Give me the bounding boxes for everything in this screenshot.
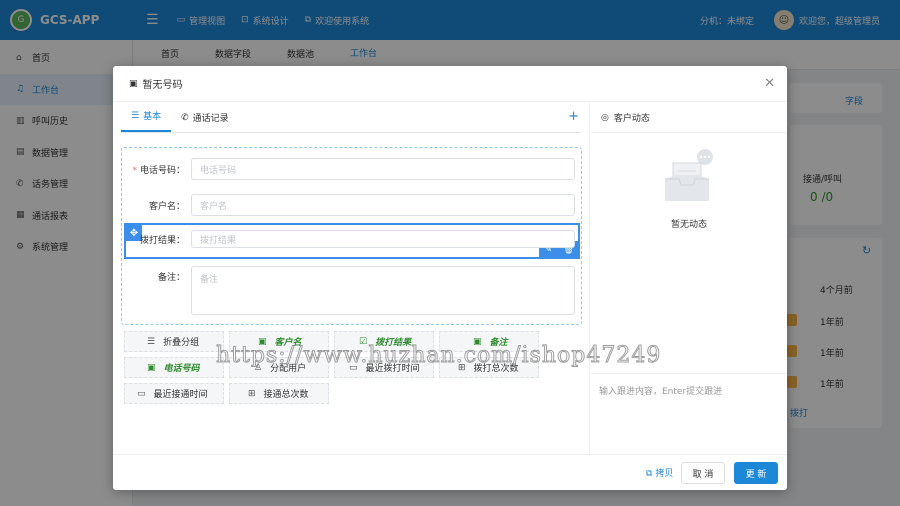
dynamics-header: ◎ 客户动态 <box>591 103 787 133</box>
empty-dynamics-text: 暂无动态 <box>670 220 707 230</box>
dialog-footer: ⧉ 拷贝 取 消 更 新 <box>113 454 787 490</box>
note-textarea[interactable]: 备注 <box>191 266 575 315</box>
form-design-area: * 电话号码： 电话号码 客户名： 客户名 ✥ ✎ 🗑 拨打结果： 拨打结果 备注… <box>121 147 582 325</box>
dialog-header: ▣ 暂无号码 <box>113 66 787 102</box>
phone-label: 电话号码： <box>139 165 185 176</box>
phone-input[interactable]: 电话号码 <box>191 158 575 180</box>
field-icon: ▣ <box>147 362 156 373</box>
empty-inbox-icon <box>665 149 713 201</box>
phone-icon: ✆ <box>181 112 189 123</box>
name-label: 客户名： <box>148 201 185 212</box>
number-icon: ⊞ <box>248 388 256 399</box>
customer-dialog: ▣ 暂无号码 ✕ ☰ 基本 ✆ 通话记录 + * 电话号码： 电话号码 客户名： 客户… <box>113 66 787 490</box>
close-icon[interactable]: ✕ <box>764 76 775 91</box>
copy-button[interactable]: ⧉ 拷贝 <box>646 466 673 479</box>
follow-up-input[interactable]: 输入跟进内容，Enter提交跟进 <box>591 373 787 454</box>
result-input[interactable]: 拨打结果 <box>191 230 575 248</box>
add-tab-icon[interactable]: + <box>568 109 579 124</box>
form-tabs: ☰ 基本 ✆ 通话记录 + <box>121 103 581 133</box>
palette-collapse-group[interactable]: ☰ 折叠分组 <box>124 331 224 352</box>
tab-basic[interactable]: ☰ 基本 <box>121 109 172 132</box>
name-row: 客户名： 客户名 <box>122 194 575 216</box>
image-icon: ▣ <box>129 78 138 89</box>
copy-icon: ⧉ <box>646 469 653 479</box>
result-row: 拨打结果： 拨打结果 <box>122 230 575 248</box>
note-label: 备注： <box>157 273 185 283</box>
name-input[interactable]: 客户名 <box>191 194 575 216</box>
chat-icon: ◎ <box>601 112 609 123</box>
palette-phone[interactable]: ▣ 电话号码 <box>124 357 224 378</box>
list-icon: ☰ <box>131 110 140 121</box>
dynamics-pane: ◎ 客户动态 暂无动态 输入跟进内容，Enter提交跟进 <box>591 103 787 454</box>
required-mark: * <box>132 165 137 176</box>
watermark: https://www.huzhan.com/ishop47249 <box>215 343 662 369</box>
dynamics-title: 客户动态 <box>613 114 650 124</box>
update-button[interactable]: 更 新 <box>734 462 778 484</box>
result-label: 拨打结果： <box>139 235 185 246</box>
palette-connect-count[interactable]: ⊞ 接通总次数 <box>229 383 329 404</box>
note-row: 备注： 备注 <box>122 266 575 315</box>
collapse-icon: ☰ <box>147 336 156 347</box>
calendar-icon: ▭ <box>137 388 146 399</box>
dialog-title: 暂无号码 <box>142 80 183 91</box>
form-pane: ☰ 基本 ✆ 通话记录 + * 电话号码： 电话号码 客户名： 客户名 ✥ ✎ 🗑 拨… <box>113 103 590 454</box>
phone-row: * 电话号码： 电话号码 <box>122 158 575 180</box>
tab-call-records[interactable]: ✆ 通话记录 <box>171 111 239 132</box>
cancel-button[interactable]: 取 消 <box>681 462 725 484</box>
palette-last-connect-time[interactable]: ▭ 最近接通时间 <box>124 383 224 404</box>
